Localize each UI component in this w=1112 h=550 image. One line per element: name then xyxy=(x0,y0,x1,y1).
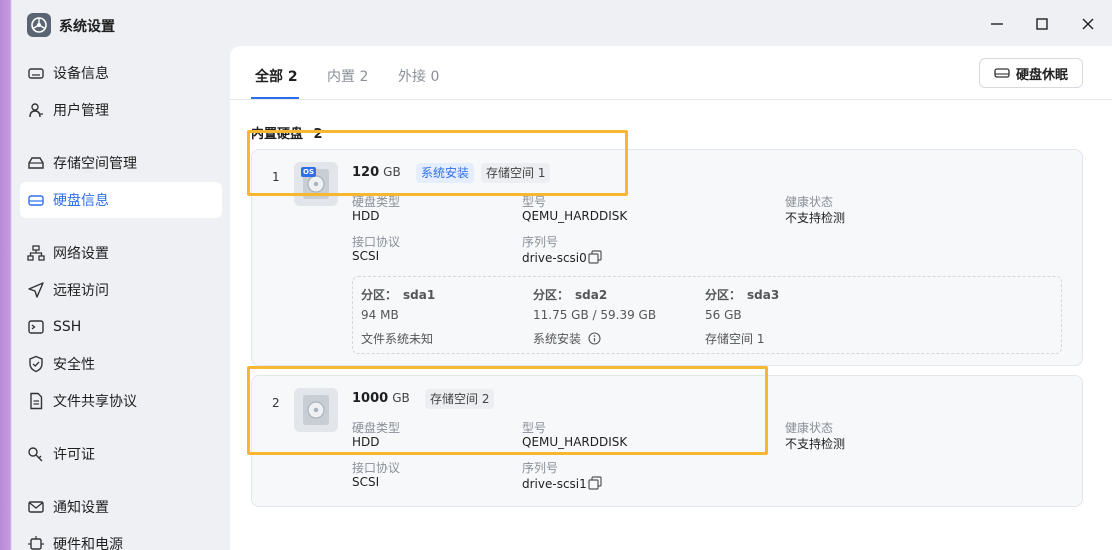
copy-icon[interactable] xyxy=(588,250,602,264)
maximize-button[interactable] xyxy=(1030,12,1054,36)
power-icon xyxy=(27,535,45,550)
partition-label: 分区： sda2 xyxy=(533,288,608,302)
tab-external[interactable]: 外接 0 xyxy=(398,66,439,86)
highlight-box xyxy=(247,366,768,455)
device-icon xyxy=(27,64,45,82)
partition-size: 94 MB xyxy=(361,308,399,322)
copy-icon[interactable] xyxy=(588,476,602,490)
serial-label: 序列号 xyxy=(522,461,559,475)
mail-icon xyxy=(27,498,45,516)
sidebar-item-label: 文件共享协议 xyxy=(53,394,137,410)
disk-icon xyxy=(994,68,1010,78)
sidebar-item-network[interactable]: 网络设置 xyxy=(20,235,222,271)
sidebar-item-storage[interactable]: 存储空间管理 xyxy=(20,145,222,181)
sidebar-item-notifications[interactable]: 通知设置 xyxy=(20,489,222,525)
partition-usage: 文件系统未知 xyxy=(361,332,434,346)
partition-usage: 存储空间 1 xyxy=(705,332,765,346)
disk-sleep-label: 硬盘休眠 xyxy=(1015,67,1068,83)
interface-value: SCSI xyxy=(352,249,380,263)
file-icon xyxy=(27,392,45,410)
key-icon xyxy=(27,445,45,463)
serial-label: 序列号 xyxy=(522,235,559,249)
sidebar-item-label: 许可证 xyxy=(53,447,95,463)
health-label: 健康状态 xyxy=(785,195,834,209)
sidebar-item-label: 设备信息 xyxy=(53,66,109,82)
sidebar-item-disk-info[interactable]: 硬盘信息 xyxy=(20,182,222,218)
interface-label: 接口协议 xyxy=(352,461,401,475)
sidebar-item-label: SSH xyxy=(53,319,82,335)
interface-value: SCSI xyxy=(352,475,380,489)
sidebar-item-label: 用户管理 xyxy=(53,103,109,119)
health-value: 不支持检测 xyxy=(785,437,846,451)
partition-label: 分区： sda1 xyxy=(361,288,436,302)
disk-type-value: HDD xyxy=(352,209,380,223)
shield-icon xyxy=(27,355,45,373)
interface-label: 接口协议 xyxy=(352,235,401,249)
tab-internal[interactable]: 内置 2 xyxy=(327,66,368,86)
sidebar-item-remote-access[interactable]: 远程访问 xyxy=(20,272,222,308)
sidebar-item-file-sharing[interactable]: 文件共享协议 xyxy=(20,383,222,419)
tab-all[interactable]: 全部 2 xyxy=(255,66,298,86)
terminal-icon xyxy=(27,318,45,336)
health-value: 不支持检测 xyxy=(785,211,846,225)
partition-label: 分区： sda3 xyxy=(705,288,780,302)
sidebar-item-security[interactable]: 安全性 xyxy=(20,346,222,382)
main-panel: 全部 2 内置 2 外接 0 硬盘休眠 内置硬盘 2 1 OS 120 GB 系… xyxy=(230,46,1112,550)
sidebar-item-label: 通知设置 xyxy=(53,500,109,516)
send-icon xyxy=(27,281,45,299)
network-icon xyxy=(27,244,45,262)
sidebar-item-label: 远程访问 xyxy=(53,283,109,299)
disk-sleep-button[interactable]: 硬盘休眠 xyxy=(979,58,1083,88)
partition-usage: 系统安装 xyxy=(533,330,601,347)
storage-icon xyxy=(27,154,45,172)
settings-window: 系统设置 设备信息 用户管理 存储空间管理 硬盘信息 网络设置 远程访问 SSH… xyxy=(12,0,1112,550)
sidebar-item-label: 硬件和电源 xyxy=(53,537,123,550)
sidebar-item-device-info[interactable]: 设备信息 xyxy=(20,55,222,91)
partition-size: 11.75 GB / 59.39 GB xyxy=(533,308,657,322)
sidebar-item-label: 硬盘信息 xyxy=(53,193,109,209)
sidebar-item-ssh[interactable]: SSH xyxy=(20,309,222,345)
sidebar-item-license[interactable]: 许可证 xyxy=(20,436,222,472)
sidebar-item-hardware-power[interactable]: 硬件和电源 xyxy=(20,526,222,550)
disk-icon xyxy=(27,191,45,209)
highlight-box xyxy=(247,130,628,196)
health-label: 健康状态 xyxy=(785,421,834,435)
disk-tabs: 全部 2 内置 2 外接 0 硬盘休眠 xyxy=(230,46,1112,100)
close-button[interactable] xyxy=(1076,12,1100,36)
model-value: QEMU_HARDDISK xyxy=(522,209,628,223)
sidebar: 设备信息 用户管理 存储空间管理 硬盘信息 网络设置 远程访问 SSH 安全性 … xyxy=(12,48,230,550)
title-bar: 系统设置 xyxy=(12,0,1112,48)
sidebar-item-label: 安全性 xyxy=(53,357,95,373)
sidebar-item-label: 网络设置 xyxy=(53,246,109,262)
user-icon xyxy=(27,101,45,119)
info-icon[interactable] xyxy=(588,332,601,345)
partition-size: 56 GB xyxy=(705,308,742,322)
minimize-button[interactable] xyxy=(985,12,1009,36)
settings-app-icon xyxy=(27,13,51,37)
serial-value: drive-scsi1 xyxy=(522,477,587,491)
active-tab-indicator xyxy=(251,97,299,99)
partition-box: 分区： sda1 94 MB 文件系统未知 分区： sda2 11.75 GB / … xyxy=(352,276,1062,354)
sidebar-item-label: 存储空间管理 xyxy=(53,156,137,172)
sidebar-item-users[interactable]: 用户管理 xyxy=(20,92,222,128)
window-title: 系统设置 xyxy=(59,19,115,35)
serial-value: drive-scsi0 xyxy=(522,251,587,265)
